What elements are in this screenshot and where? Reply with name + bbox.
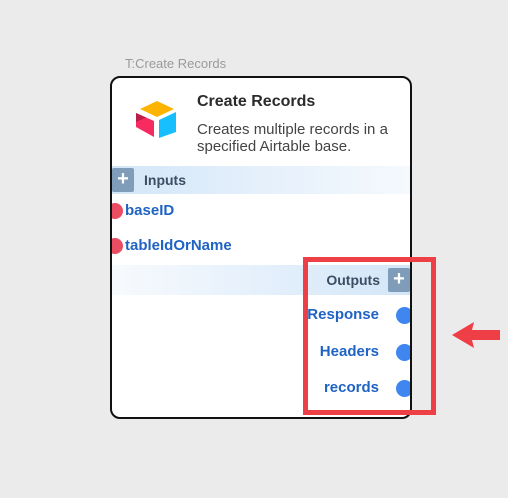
input-port-tableidorname-label: tableIdOrName [125,237,232,254]
node-title: Create Records [197,93,316,110]
add-input-button[interactable]: + [112,168,134,192]
arrow-left-icon [452,322,500,348]
input-port-baseid-dot[interactable] [112,203,123,219]
inputs-label: Inputs [144,172,186,188]
inputs-section-header: + Inputs [112,166,410,194]
node-description: Creates multiple records in a specified … [197,121,388,155]
airtable-logo-icon [136,101,176,138]
node-type-label: T:Create Records [125,56,227,71]
input-port-tableidorname-dot[interactable] [112,238,123,254]
input-port-baseid-label: baseID [125,202,175,219]
outputs-highlight-box [303,257,436,415]
